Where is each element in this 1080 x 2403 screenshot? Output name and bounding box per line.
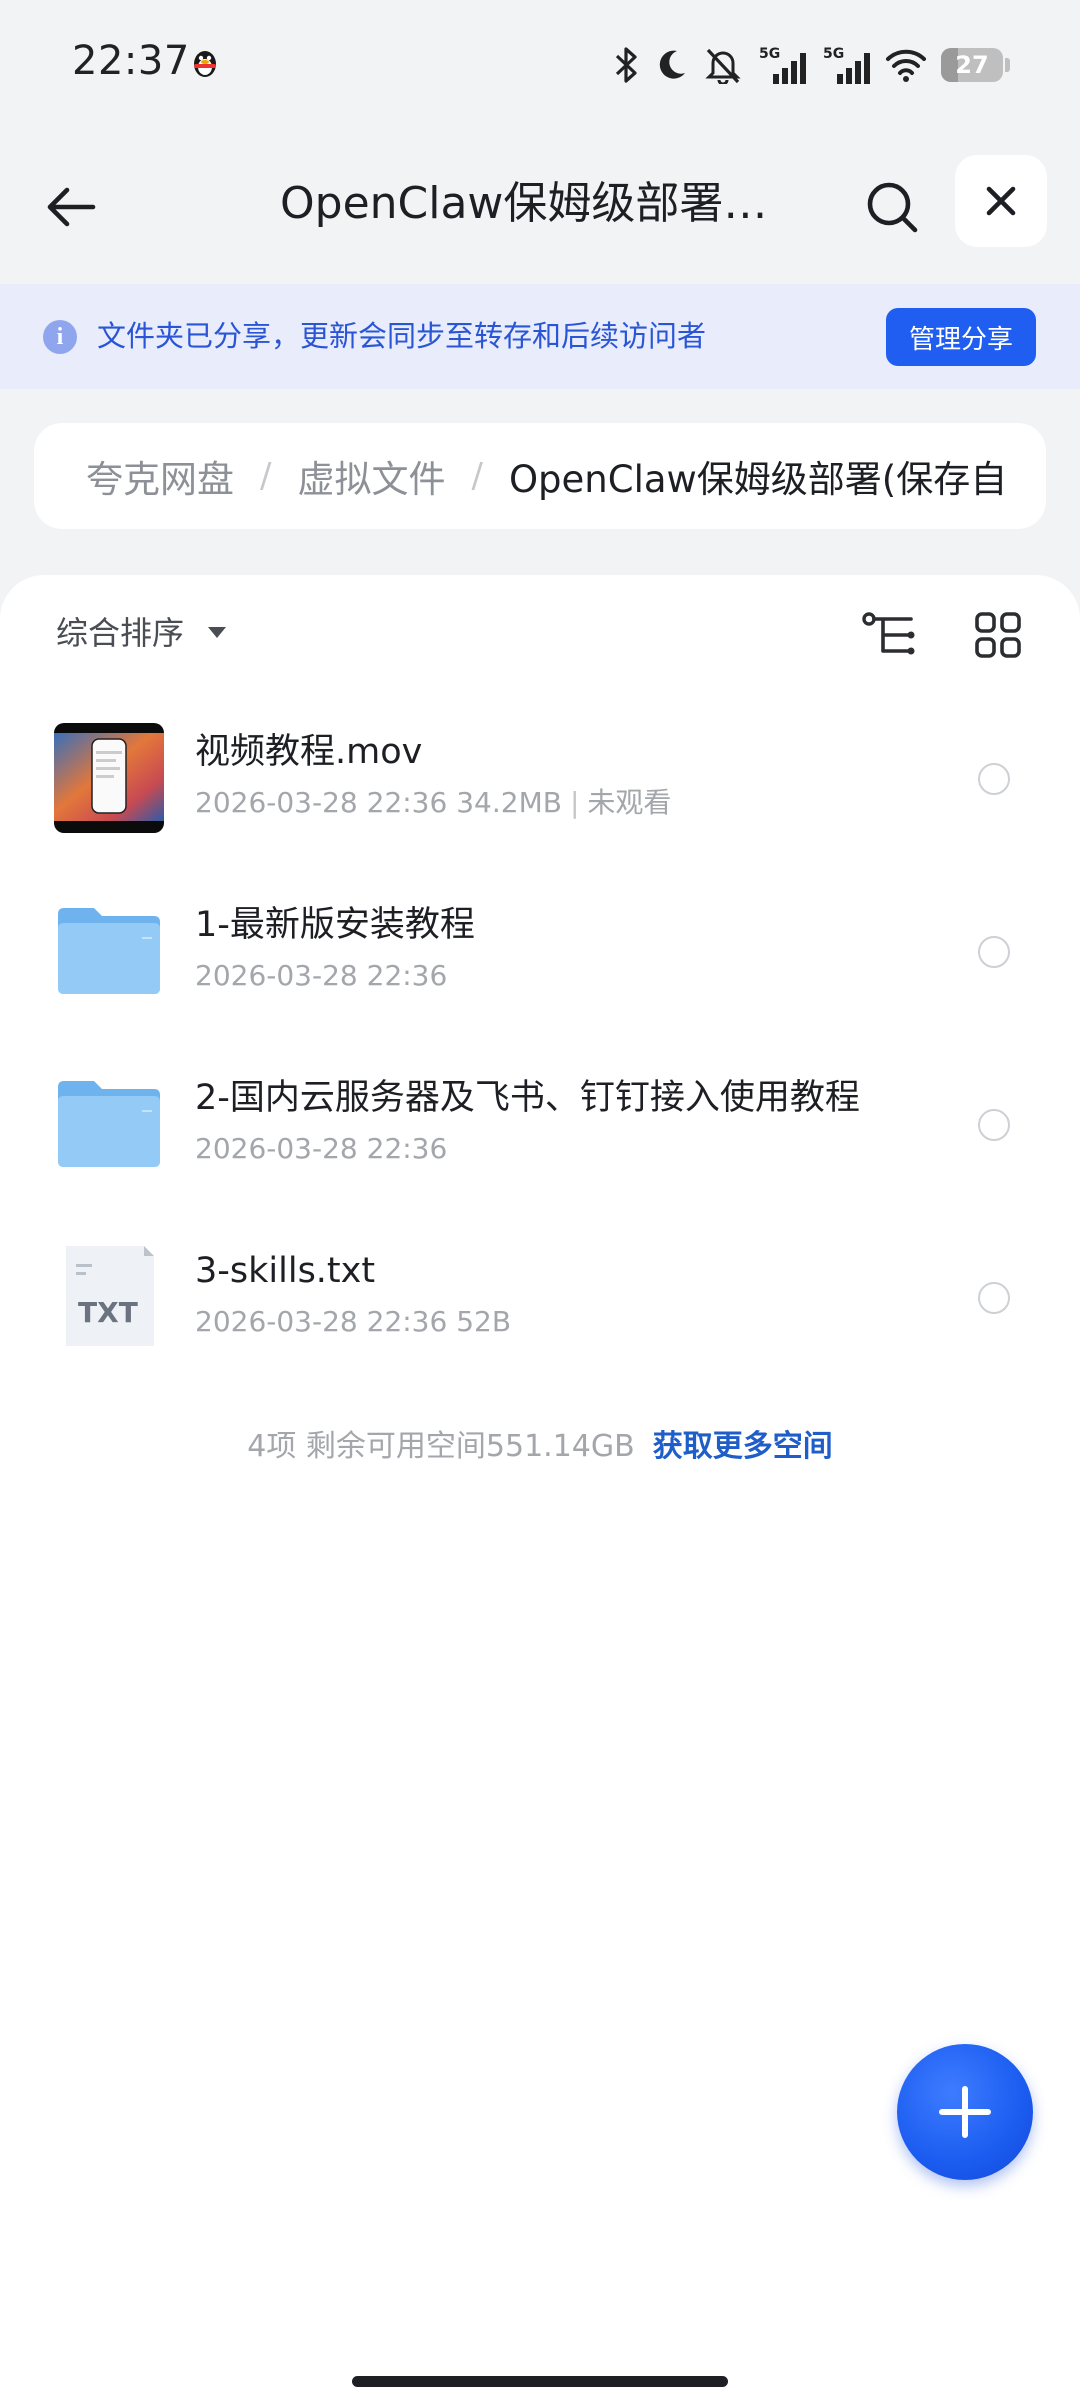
file-name: 2-国内云服务器及飞书、钉钉接入使用教程 <box>195 1078 860 1118</box>
item-count-space: 4项 剩余可用空间551.14GB <box>247 1429 635 1464</box>
grid-view-icon <box>975 612 1021 658</box>
folder-icon <box>58 1081 160 1167</box>
share-banner-text: 文件夹已分享，更新会同步至转存和后续访问者 <box>97 319 707 353</box>
tree-view-button[interactable] <box>858 605 922 665</box>
signal-5g-label: 5G <box>759 46 780 62</box>
breadcrumb: 夸克网盘 / 虚拟文件 / OpenClaw保姆级部署(保存自 <box>34 423 1046 529</box>
bluetooth-icon <box>615 47 637 83</box>
close-icon <box>986 186 1016 216</box>
file-meta: 2026-03-28 22:36 <box>195 1129 447 1169</box>
watch-status: 未观看 <box>587 786 672 819</box>
txt-label: TXT <box>78 1296 138 1329</box>
signal-icon: 5G <box>759 46 806 84</box>
sort-dropdown[interactable]: 综合排序 <box>56 611 184 655</box>
signal-icon: 5G <box>823 46 870 84</box>
select-radio[interactable] <box>978 763 1010 795</box>
get-more-space-link[interactable]: 获取更多空间 <box>653 1429 833 1464</box>
breadcrumb-item-root[interactable]: 夸克网盘 <box>86 449 234 503</box>
qq-penguin-icon <box>194 51 216 77</box>
info-icon: i <box>43 320 77 354</box>
file-size: 52B <box>456 1305 512 1338</box>
file-name: 3-skills.txt <box>195 1251 376 1291</box>
manage-share-button[interactable]: 管理分享 <box>886 308 1036 366</box>
back-button[interactable] <box>34 170 108 244</box>
share-banner: i 文件夹已分享，更新会同步至转存和后续访问者 管理分享 <box>0 284 1080 389</box>
breadcrumb-current: OpenClaw保姆级部署(保存自 <box>508 458 1008 501</box>
list-item[interactable]: 1-最新版安装教程 2026-03-28 22:36 <box>0 858 1080 1030</box>
plus-icon <box>939 2086 991 2138</box>
caret-down-icon[interactable] <box>208 627 226 638</box>
file-size: 34.2MB <box>456 786 562 819</box>
file-date: 2026-03-28 22:36 <box>195 786 448 819</box>
select-radio[interactable] <box>978 1282 1010 1314</box>
list-item[interactable]: 2-国内云服务器及飞书、钉钉接入使用教程 2026-03-28 22:36 <box>0 1031 1080 1203</box>
breadcrumb-item-virtual-files[interactable]: 虚拟文件 <box>297 449 445 503</box>
list-item[interactable]: TXT 3-skills.txt 2026-03-28 22:36 52B <box>0 1204 1080 1376</box>
video-thumbnail <box>54 723 164 833</box>
file-meta: 2026-03-28 22:36 52B <box>195 1302 511 1342</box>
txt-file-icon: TXT <box>66 1246 154 1346</box>
select-radio[interactable] <box>978 1109 1010 1141</box>
tree-view-icon <box>862 612 915 655</box>
file-date: 2026-03-28 22:36 <box>195 1305 448 1338</box>
storage-summary: 4项 剩余可用空间551.14GB 获取更多空间 <box>0 1425 1080 1469</box>
status-bar: 22:37 5G 5G 27 <box>0 0 1080 130</box>
wifi-icon <box>886 49 926 82</box>
breadcrumb-separator: / <box>260 456 272 496</box>
header: OpenClaw保姆级部署(... <box>0 150 1080 260</box>
file-meta: 2026-03-28 22:36 <box>195 956 447 996</box>
search-icon <box>867 182 918 233</box>
signal-5g-label: 5G <box>823 46 844 62</box>
arrow-left-icon <box>47 187 96 227</box>
add-button[interactable] <box>897 2044 1033 2180</box>
file-name: 1-最新版安装教程 <box>195 905 475 945</box>
battery-percentage: 27 <box>955 51 989 79</box>
status-icons: 5G 5G 27 <box>611 40 1010 90</box>
battery-cap <box>1005 58 1010 72</box>
file-meta: 2026-03-28 22:36 34.2MB | 未观看 <box>195 783 671 823</box>
moon-icon <box>659 50 685 79</box>
meta-divider: | <box>569 786 580 819</box>
breadcrumb-separator: / <box>471 456 483 496</box>
select-radio[interactable] <box>978 936 1010 968</box>
file-name: 视频教程.mov <box>195 732 423 772</box>
search-button[interactable] <box>855 170 929 244</box>
file-date: 2026-03-28 22:36 <box>195 959 448 992</box>
bell-muted-icon <box>705 48 741 84</box>
folder-icon <box>58 908 160 994</box>
sort-toolbar: 综合排序 <box>0 575 1080 685</box>
list-item[interactable]: 视频教程.mov 2026-03-28 22:36 34.2MB | 未观看 <box>0 685 1080 857</box>
page-title: OpenClaw保姆级部署(... <box>280 178 780 229</box>
grid-view-button[interactable] <box>968 605 1028 665</box>
home-indicator[interactable] <box>352 2376 728 2387</box>
status-time: 22:37 <box>72 38 190 84</box>
battery-icon: 27 <box>941 48 1003 82</box>
file-date: 2026-03-28 22:36 <box>195 1132 448 1165</box>
close-button[interactable] <box>955 155 1047 247</box>
